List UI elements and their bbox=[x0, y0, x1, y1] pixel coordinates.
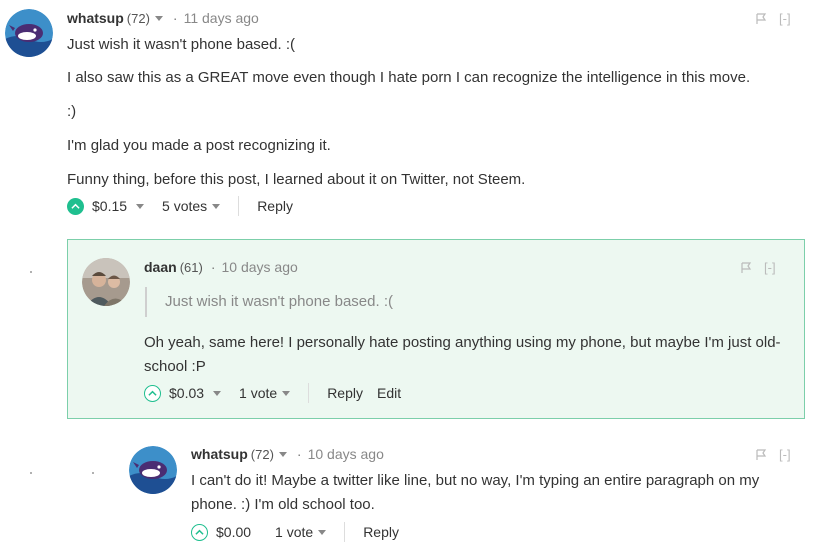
comment-paragraph: I also saw this as a GREAT move even tho… bbox=[67, 69, 751, 86]
flag-icon[interactable] bbox=[740, 261, 752, 274]
payout-value[interactable]: $0.15 bbox=[92, 198, 127, 214]
reply-button[interactable]: Reply bbox=[327, 385, 363, 401]
comment-body: I can't do it! Maybe a twitter like line… bbox=[191, 472, 760, 513]
vote-count[interactable]: 1 vote bbox=[239, 385, 291, 401]
comment-body: Oh yeah, same here! I personally hate po… bbox=[144, 334, 781, 375]
vote-count[interactable]: 1 vote bbox=[275, 524, 327, 540]
upvote-icon[interactable] bbox=[191, 523, 208, 541]
flag-icon[interactable] bbox=[755, 448, 767, 461]
avatar[interactable] bbox=[5, 9, 53, 57]
timestamp[interactable]: 11 days ago bbox=[184, 10, 259, 26]
timestamp[interactable]: 10 days ago bbox=[221, 259, 297, 275]
divider bbox=[238, 196, 240, 216]
separator-dot: · bbox=[172, 10, 178, 26]
author-name[interactable]: whatsup bbox=[191, 446, 248, 462]
vote-count-label: 1 vote bbox=[275, 524, 314, 540]
comment-footer: $0.15 5 votes Reply bbox=[67, 196, 293, 216]
chevron-down-icon[interactable] bbox=[154, 15, 163, 21]
upvote-icon[interactable] bbox=[144, 384, 161, 402]
separator-dot: · bbox=[210, 259, 216, 275]
chevron-down-icon[interactable] bbox=[278, 451, 287, 457]
comment-tools: [-] bbox=[755, 447, 791, 462]
vote-count-label: 5 votes bbox=[162, 198, 208, 214]
reply-button[interactable]: Reply bbox=[363, 524, 399, 540]
collapse-button[interactable]: [-] bbox=[779, 447, 791, 462]
chevron-down-icon bbox=[282, 390, 291, 396]
comment-footer: $0.03 1 vote Reply Edit bbox=[144, 383, 401, 403]
payout-value[interactable]: $0.00 bbox=[216, 524, 251, 540]
author-name[interactable]: daan bbox=[144, 259, 177, 275]
vote-count-label: 1 vote bbox=[239, 385, 278, 401]
chevron-down-icon[interactable] bbox=[136, 203, 145, 209]
thread-dot bbox=[30, 271, 32, 273]
upvote-icon[interactable] bbox=[67, 197, 84, 215]
comment-tools: [-] bbox=[755, 11, 791, 26]
edit-button[interactable]: Edit bbox=[377, 385, 401, 401]
comment-tools: [-] bbox=[740, 260, 776, 275]
comment-header: daan (61) · 10 days ago bbox=[144, 259, 298, 275]
separator-dot: · bbox=[296, 446, 302, 462]
payout-value[interactable]: $0.03 bbox=[169, 385, 204, 401]
timestamp[interactable]: 10 days ago bbox=[308, 446, 384, 462]
comment-footer: $0.00 1 vote Reply bbox=[191, 522, 399, 542]
whale-avatar-icon bbox=[129, 446, 177, 494]
avatar[interactable] bbox=[129, 446, 177, 494]
divider bbox=[308, 383, 310, 403]
blockquote: Just wish it wasn't phone based. :( bbox=[145, 287, 393, 317]
whale-avatar-icon bbox=[5, 9, 53, 57]
reply-button[interactable]: Reply bbox=[257, 198, 293, 214]
chevron-down-icon bbox=[212, 203, 221, 209]
divider bbox=[344, 522, 346, 542]
chevron-down-icon[interactable] bbox=[213, 390, 222, 396]
reputation-score: (72) bbox=[126, 10, 150, 26]
user-photo-avatar-icon bbox=[82, 258, 130, 306]
comment-paragraph: Just wish it wasn't phone based. :( bbox=[67, 36, 295, 53]
author-name[interactable]: whatsup bbox=[67, 10, 124, 26]
comment-paragraph: :) bbox=[67, 103, 77, 120]
collapse-button[interactable]: [-] bbox=[764, 260, 776, 275]
comment-paragraph: I'm glad you made a post recognizing it. bbox=[67, 137, 331, 154]
avatar[interactable] bbox=[82, 258, 130, 306]
flag-icon[interactable] bbox=[755, 12, 767, 25]
vote-count[interactable]: 5 votes bbox=[162, 198, 221, 214]
reputation-score: (61) bbox=[179, 259, 203, 275]
comment-header: whatsup (72) · 11 days ago bbox=[67, 10, 259, 26]
chevron-down-icon bbox=[318, 529, 327, 535]
thread-dot bbox=[92, 472, 94, 474]
comment-header: whatsup (72) · 10 days ago bbox=[191, 446, 384, 462]
thread-dot bbox=[30, 472, 32, 474]
collapse-button[interactable]: [-] bbox=[779, 11, 791, 26]
reputation-score: (72) bbox=[250, 446, 274, 462]
comment-paragraph: Funny thing, before this post, I learned… bbox=[67, 171, 526, 188]
